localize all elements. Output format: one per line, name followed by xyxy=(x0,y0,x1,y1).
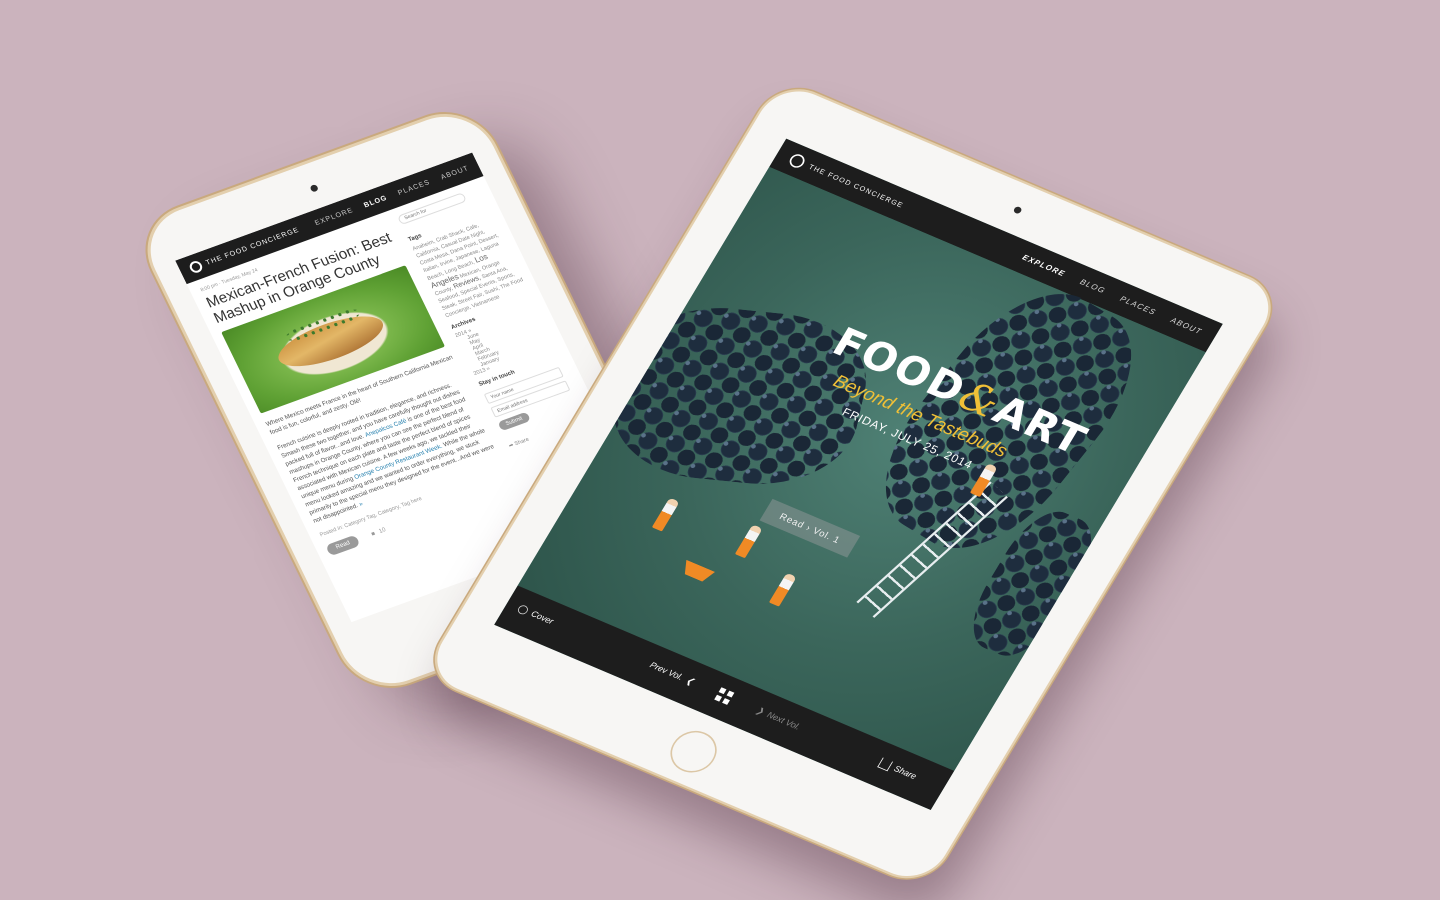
camera-dot xyxy=(1012,205,1023,215)
nav-item-explore[interactable]: EXPLORE xyxy=(314,207,355,227)
nav-item-blog[interactable]: BLOG xyxy=(1078,278,1107,296)
next-label: Next Vol. xyxy=(765,710,802,732)
share-label: Share xyxy=(892,764,918,782)
miniature-worker-figure xyxy=(651,497,680,532)
grid-view-button[interactable] xyxy=(714,687,735,705)
hero-image: FOOD&ART Beyond the Tastebuds FRIDAY, JU… xyxy=(517,166,1206,771)
nav-item-places[interactable]: PLACES xyxy=(1118,295,1157,317)
nav-item-places[interactable]: PLACES xyxy=(397,179,432,197)
nav-item-about[interactable]: ABOUT xyxy=(440,165,470,181)
cover-button[interactable]: Cover xyxy=(516,603,556,627)
nav-item-about[interactable]: ABOUT xyxy=(1169,316,1204,336)
share-label: Share xyxy=(513,436,531,448)
comment-count: 10 xyxy=(378,527,388,535)
logo-icon xyxy=(787,152,808,170)
nav-item-blog[interactable]: BLOG xyxy=(363,194,389,209)
right-tablet: THE FOOD CONCIERGE EXPLORE BLOG PLACES A… xyxy=(423,80,1283,888)
nav-item-explore[interactable]: EXPLORE xyxy=(1021,253,1067,278)
read-more-link[interactable]: » xyxy=(358,501,364,509)
grape-cluster-image xyxy=(599,299,880,493)
magazine-screen: THE FOOD CONCIERGE EXPLORE BLOG PLACES A… xyxy=(494,138,1223,810)
chevron-left-icon: ❮ xyxy=(683,675,696,687)
share-button[interactable]: Share xyxy=(877,757,918,782)
read-button[interactable]: Read xyxy=(325,534,361,557)
prev-volume-button[interactable]: Prev Vol. ❮ xyxy=(648,660,696,687)
cover-icon xyxy=(516,603,530,616)
miniature-worker-figure xyxy=(734,524,763,559)
comment-icon[interactable]: ■ xyxy=(371,531,377,538)
share-icon xyxy=(877,757,893,772)
miniature-worker-figure xyxy=(768,572,797,607)
cover-label: Cover xyxy=(529,609,556,627)
grid-icon xyxy=(714,687,735,705)
wheelbarrow-figure xyxy=(679,560,715,584)
camera-dot xyxy=(309,183,319,193)
next-volume-button[interactable]: ❯ Next Vol. xyxy=(754,705,802,732)
chevron-right-icon: ❯ xyxy=(754,705,766,717)
home-button[interactable] xyxy=(662,724,726,780)
prev-label: Prev Vol. xyxy=(648,660,685,682)
read-volume-button[interactable]: Read › Vol. 1 xyxy=(759,498,861,558)
submit-button[interactable]: Submit xyxy=(497,411,532,432)
logo-icon xyxy=(187,259,205,275)
